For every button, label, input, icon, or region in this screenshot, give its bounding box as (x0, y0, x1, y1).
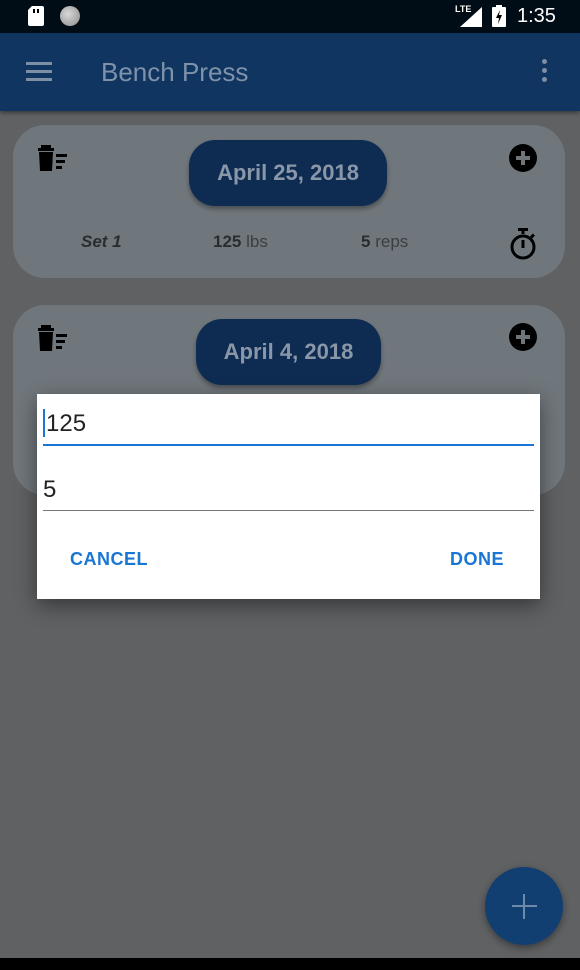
clock: 1:35 (517, 5, 556, 27)
reps-input[interactable]: 5 (43, 476, 534, 511)
workout-date-button[interactable]: April 25, 2018 (189, 140, 387, 206)
notification-icon (60, 6, 80, 26)
delete-icon[interactable] (38, 325, 70, 353)
done-button[interactable]: DONE (450, 549, 504, 570)
text-cursor (43, 408, 45, 437)
add-set-icon[interactable] (509, 323, 537, 351)
sd-card-icon (28, 6, 44, 26)
weight-input-value: 125 (46, 410, 87, 437)
menu-icon[interactable] (26, 62, 52, 82)
add-workout-button[interactable] (485, 867, 563, 945)
more-options-icon[interactable] (542, 59, 550, 85)
reps-input-value: 5 (43, 476, 57, 503)
workout-card: April 25, 2018 Set 1 125 lbs 5 reps (13, 125, 565, 278)
reps-unit: reps (375, 232, 409, 251)
app-bar: Bench Press (0, 33, 580, 111)
reps-value: 5 (361, 232, 371, 251)
add-set-icon[interactable] (509, 144, 537, 172)
battery-charging-icon (492, 5, 506, 27)
edit-set-dialog: 125 5 CANCEL DONE (37, 394, 540, 599)
signal-icon (460, 7, 482, 27)
weight-unit: lbs (246, 232, 268, 251)
page-title: Bench Press (101, 57, 249, 87)
workout-date-button[interactable]: April 4, 2018 (196, 319, 381, 385)
delete-icon[interactable] (38, 145, 70, 173)
navigation-bar (0, 958, 580, 970)
cancel-button[interactable]: CANCEL (70, 549, 148, 570)
set-reps[interactable]: 5 reps (361, 232, 408, 252)
weight-input[interactable]: 125 (43, 408, 534, 446)
weight-value: 125 (213, 232, 242, 251)
status-bar: LTE 1:35 (0, 0, 580, 33)
set-label: Set 1 (81, 232, 122, 251)
timer-icon[interactable] (509, 228, 537, 260)
set-weight[interactable]: 125 lbs (213, 232, 268, 252)
